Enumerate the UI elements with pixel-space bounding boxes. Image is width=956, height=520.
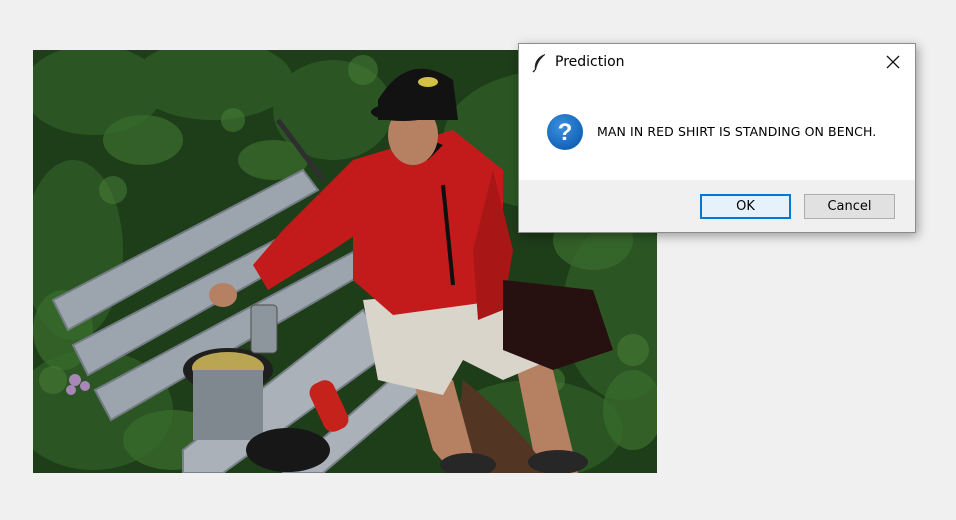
- close-icon: [886, 54, 900, 73]
- svg-text:?: ?: [558, 119, 573, 146]
- question-icon: ?: [546, 113, 584, 151]
- prediction-dialog: Prediction ? MAN IN RED SHIRT IS STANDIN…: [518, 43, 916, 233]
- dialog-titlebar[interactable]: Prediction: [519, 44, 915, 82]
- dialog-title: Prediction: [555, 54, 625, 70]
- feather-icon: [531, 53, 549, 73]
- ok-button[interactable]: OK: [700, 194, 791, 219]
- cancel-button[interactable]: Cancel: [804, 194, 895, 219]
- close-button[interactable]: [871, 44, 915, 82]
- dialog-message: MAN IN RED SHIRT IS STANDING ON BENCH.: [597, 124, 877, 139]
- dialog-footer: OK Cancel: [519, 180, 915, 232]
- dialog-content: ? MAN IN RED SHIRT IS STANDING ON BENCH.: [519, 82, 915, 180]
